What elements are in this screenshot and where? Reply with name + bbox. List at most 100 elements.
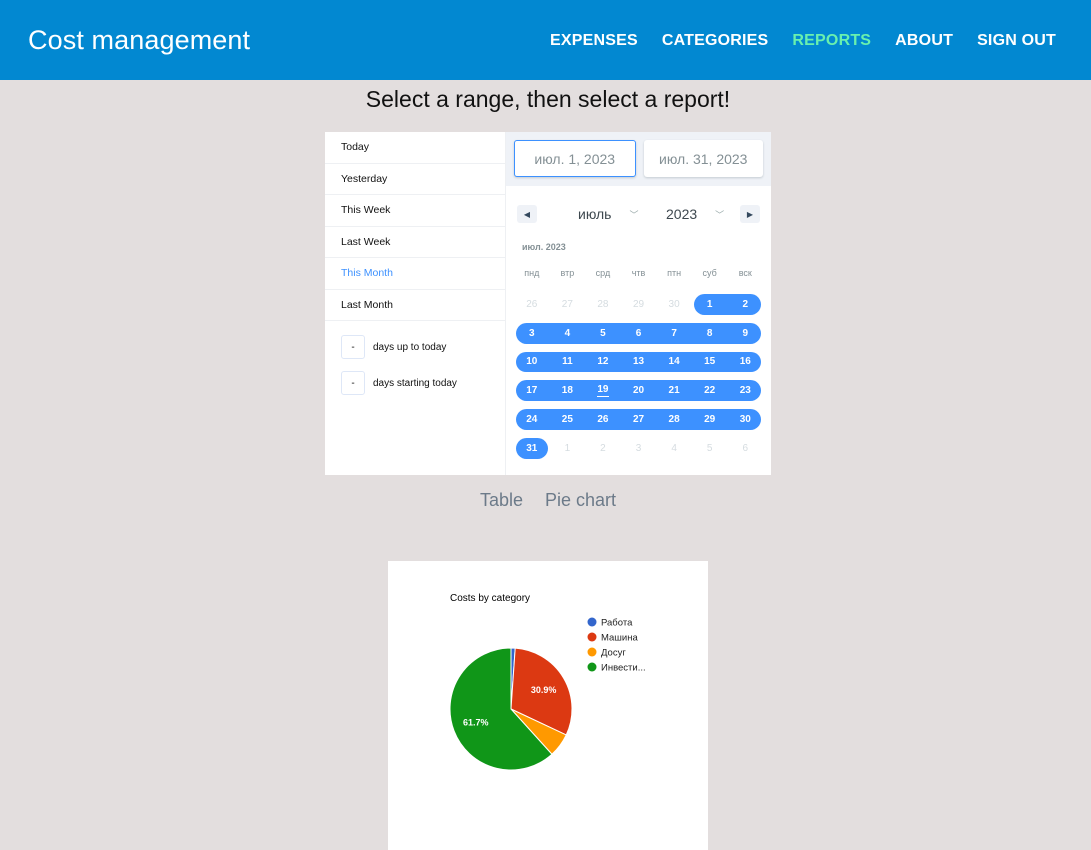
calendar-day[interactable]: 15 (691, 348, 728, 377)
calendar-week: 26 27 28 29 30 1 2 (514, 290, 763, 319)
slice-label: 61.7% (463, 718, 489, 728)
range-this-month[interactable]: This Month (325, 258, 505, 290)
calendar-day[interactable]: 16 (727, 348, 763, 377)
nav-expenses[interactable]: EXPENSES (550, 32, 638, 50)
days-input-label: days up to today (373, 341, 447, 353)
end-date-field[interactable]: июл. 31, 2023 (643, 140, 763, 177)
year-select[interactable]: 2023 ﹀ (666, 206, 724, 222)
calendar-day[interactable]: 24 (514, 405, 550, 434)
calendar-day[interactable]: 2 (585, 434, 621, 463)
calendar-day[interactable]: 29 (691, 405, 728, 434)
day-number: 3 (529, 327, 535, 339)
month-label: июл. 2023 (522, 242, 566, 252)
date-display: июл. 1, 2023 июл. 31, 2023 (506, 132, 771, 186)
calendar-week: 24 25 26 27 28 29 30 (514, 405, 763, 434)
calendar-week: 10 11 12 13 14 15 16 (514, 348, 763, 377)
calendar-day[interactable]: 26 (585, 405, 621, 434)
calendar-day[interactable]: 7 (656, 319, 692, 348)
calendar-day[interactable]: 22 (691, 376, 728, 405)
input-range-row: - days up to today (325, 335, 505, 359)
calendar-day[interactable]: 20 (620, 376, 657, 405)
nav-sign-out[interactable]: SIGN OUT (977, 32, 1056, 50)
calendar-day[interactable]: 26 (514, 290, 550, 319)
calendar-day[interactable]: 5 (585, 319, 621, 348)
calendar-day[interactable]: 2 (727, 290, 763, 319)
legend-marker (587, 647, 597, 657)
day-number: 1 (706, 298, 713, 310)
calendar-day[interactable]: 3 (621, 434, 657, 463)
month-select-value: июль (578, 206, 612, 222)
tab-table[interactable]: Table (480, 490, 523, 511)
day-number: 9 (742, 327, 749, 339)
app-title[interactable]: Cost management (28, 25, 250, 56)
day-number: 23 (739, 385, 751, 397)
day-number: 30 (739, 414, 751, 426)
calendar-day[interactable]: 18 (549, 376, 586, 405)
pie-chart: Costs by category 30.9% 61.7% Работа Машина Д… (449, 593, 646, 771)
nav-categories[interactable]: CATEGORIES (662, 32, 769, 50)
range-yesterday[interactable]: Yesterday (325, 164, 505, 195)
nav-reports[interactable]: REPORTS (792, 32, 871, 50)
start-date-field[interactable]: июл. 1, 2023 (514, 140, 636, 177)
range-last-month[interactable]: Last Month (325, 290, 505, 321)
calendar-day[interactable]: 27 (620, 405, 657, 434)
calendar-day[interactable]: 6 (620, 319, 657, 348)
calendar-day[interactable]: 21 (656, 376, 692, 405)
calendar-day[interactable]: 25 (549, 405, 586, 434)
calendar-day[interactable]: 5 (692, 434, 728, 463)
day-number: 7 (671, 327, 677, 339)
calendar-day[interactable]: 30 (656, 290, 692, 319)
calendar-day[interactable]: 17 (514, 376, 550, 405)
calendar-day[interactable]: 27 (550, 290, 586, 319)
range-today[interactable]: Today (325, 132, 505, 164)
days-input-label: days starting today (373, 377, 457, 389)
nav-about[interactable]: ABOUT (895, 32, 953, 50)
day-number: 29 (632, 298, 645, 310)
weekday-label: срд (595, 268, 611, 278)
range-last-week[interactable]: Last Week (325, 227, 505, 258)
calendar-day[interactable]: 28 (656, 405, 692, 434)
month-select[interactable]: июль ﹀ (578, 206, 639, 222)
legend-marker (587, 632, 597, 642)
calendar-day[interactable]: 3 (514, 319, 550, 348)
caret-right-icon: ▶ (746, 209, 754, 219)
weekday-label: вск (738, 268, 752, 278)
days-input[interactable]: - (341, 371, 365, 395)
calendar-day[interactable]: 19 (585, 376, 621, 405)
calendar-day[interactable]: 6 (727, 434, 763, 463)
calendar-day[interactable]: 10 (514, 348, 550, 377)
calendar-day[interactable]: 28 (585, 290, 621, 319)
next-month-button[interactable]: ▶ (740, 205, 760, 223)
calendar-day[interactable]: 29 (621, 290, 657, 319)
calendar-week: 17 18 19 20 21 22 23 (514, 376, 763, 405)
calendar-day[interactable]: 4 (656, 434, 692, 463)
calendar-day[interactable]: 1 (550, 434, 586, 463)
calendar-panel: июл. 1, 2023 июл. 31, 2023 ◀ июль ﹀ 2023 ﹀… (506, 132, 771, 475)
calendar-day[interactable]: 4 (549, 319, 586, 348)
calendar-day[interactable]: 30 (727, 405, 763, 434)
calendar-day[interactable]: 31 (514, 434, 550, 463)
calendar-day[interactable]: 23 (727, 376, 763, 405)
calendar-day[interactable]: 14 (656, 348, 692, 377)
chevron-down-icon: ﹀ (629, 209, 639, 220)
calendar-day[interactable]: 13 (620, 348, 657, 377)
month-navigation: ◀ июль ﹀ 2023 ﹀ ▶ (506, 202, 771, 226)
day-number: 12 (597, 356, 609, 368)
calendar-day[interactable]: 1 (692, 290, 728, 319)
day-number: 28 (668, 414, 680, 426)
page-headline: Select a range, then select a report! (365, 86, 731, 112)
calendar-day[interactable]: 9 (727, 319, 763, 348)
range-this-week[interactable]: This Week (325, 195, 505, 227)
day-number: 24 (526, 414, 538, 426)
day-number: 15 (704, 356, 716, 368)
day-number: 3 (635, 442, 642, 454)
calendar-day[interactable]: 12 (585, 348, 621, 377)
tab-pie-chart[interactable]: Pie chart (545, 490, 616, 511)
calendar-day[interactable]: 8 (691, 319, 728, 348)
weekday-label: втр (560, 268, 575, 278)
pie-chart-card: Costs by category 30.9% 61.7% Работа Машина Д… (388, 561, 708, 850)
calendar-day[interactable]: 11 (549, 348, 586, 377)
legend-marker (587, 662, 597, 672)
days-input[interactable]: - (341, 335, 365, 359)
prev-month-button[interactable]: ◀ (517, 205, 537, 223)
